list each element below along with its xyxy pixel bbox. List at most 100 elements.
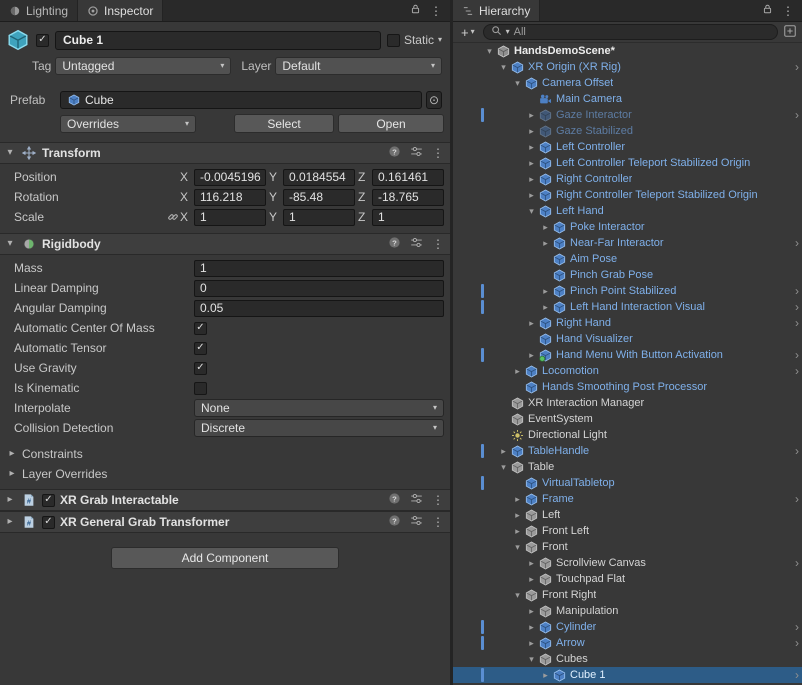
kebab-menu-icon[interactable]: ⋮ bbox=[782, 5, 794, 17]
foldout-closed-icon[interactable]: ▸ bbox=[511, 494, 524, 504]
hierarchy-row-manipulation[interactable]: ▸ Manipulation bbox=[453, 603, 802, 619]
foldout-open-icon[interactable]: ▾ bbox=[511, 590, 524, 600]
foldout-open-icon[interactable]: ▾ bbox=[483, 46, 496, 56]
foldout-open-icon[interactable]: ▾ bbox=[511, 78, 524, 88]
hierarchy-row-locomotion[interactable]: ▸ Locomotion › bbox=[453, 363, 802, 379]
prefab-open-chevron[interactable]: › bbox=[795, 669, 799, 681]
presets-icon[interactable] bbox=[410, 236, 423, 252]
scale-z-field[interactable]: 1 bbox=[372, 208, 444, 226]
foldout-closed-icon[interactable]: ▸ bbox=[525, 190, 538, 200]
hierarchy-row-table[interactable]: ▾ Table bbox=[453, 459, 802, 475]
hierarchy-row-front-left[interactable]: ▸ Front Left bbox=[453, 523, 802, 539]
foldout-closed-icon[interactable]: ▸ bbox=[525, 158, 538, 168]
help-icon[interactable]: ? bbox=[388, 492, 401, 508]
hierarchy-row-frame[interactable]: ▸ Frame › bbox=[453, 491, 802, 507]
hierarchy-row-eventsystem[interactable]: EventSystem bbox=[453, 411, 802, 427]
prefab-open-chevron[interactable]: › bbox=[795, 621, 799, 633]
is-kinematic-checkbox[interactable] bbox=[194, 381, 207, 395]
prefab-object-field[interactable]: Cube bbox=[60, 91, 422, 109]
foldout-open-icon[interactable]: ▾ bbox=[4, 239, 16, 249]
prefab-open-chevron[interactable]: › bbox=[795, 61, 799, 73]
foldout-closed-icon[interactable]: ▸ bbox=[525, 638, 538, 648]
rotation-y-field[interactable]: -85.48 bbox=[283, 188, 355, 206]
foldout-closed-icon[interactable]: ▸ bbox=[525, 318, 538, 328]
hierarchy-row-right-controller[interactable]: ▸ Right Controller bbox=[453, 171, 802, 187]
kebab-menu-icon[interactable]: ⋮ bbox=[432, 516, 444, 528]
static-dropdown-caret[interactable]: ▾ bbox=[438, 36, 442, 44]
use-gravity-checkbox[interactable]: ✓ bbox=[194, 361, 207, 375]
foldout-closed-icon[interactable]: ▸ bbox=[497, 446, 510, 456]
position-z-field[interactable]: 0.161461 bbox=[372, 168, 444, 186]
xr-general-grab-transformer-header[interactable]: ▸ # ✓ XR General Grab Transformer ? ⋮ bbox=[0, 511, 450, 533]
hierarchy-row-poke-interactor[interactable]: ▸ Poke Interactor bbox=[453, 219, 802, 235]
linear-damping-field[interactable]: 0 bbox=[194, 279, 444, 297]
hierarchy-row-right-controller-teleport-stabilized-origin[interactable]: ▸ Right Controller Teleport Stabilized Or… bbox=[453, 187, 802, 203]
help-icon[interactable]: ? bbox=[388, 514, 401, 530]
hierarchy-row-virtualtabletop[interactable]: VirtualTabletop bbox=[453, 475, 802, 491]
hierarchy-row-hand-visualizer[interactable]: Hand Visualizer bbox=[453, 331, 802, 347]
hierarchy-search-field[interactable]: ▾ All bbox=[482, 24, 778, 40]
foldout-closed-icon[interactable]: ▸ bbox=[511, 366, 524, 376]
create-object-button[interactable]: + ▾ bbox=[458, 25, 478, 40]
prefab-open-chevron[interactable]: › bbox=[795, 349, 799, 361]
link-scale-icon[interactable] bbox=[166, 211, 180, 223]
gameobject-name-field[interactable]: Cube 1 bbox=[55, 30, 381, 50]
layer-overrides-foldout[interactable]: ▸ Layer Overrides bbox=[0, 464, 450, 484]
position-x-field[interactable]: -0.0045196 bbox=[194, 168, 266, 186]
hierarchy-row-gaze-interactor[interactable]: ▸ Gaze Interactor › bbox=[453, 107, 802, 123]
foldout-closed-icon[interactable]: ▸ bbox=[4, 495, 16, 505]
automatic-tensor-checkbox[interactable]: ✓ bbox=[194, 341, 207, 355]
hierarchy-row-right-hand[interactable]: ▸ Right Hand › bbox=[453, 315, 802, 331]
prefab-open-chevron[interactable]: › bbox=[795, 285, 799, 297]
prefab-open-chevron[interactable]: › bbox=[795, 557, 799, 569]
help-icon[interactable]: ? bbox=[388, 236, 401, 252]
hierarchy-row-tablehandle[interactable]: ▸ TableHandle › bbox=[453, 443, 802, 459]
hierarchy-row-xr-origin-xr-rig[interactable]: ▾ XR Origin (XR Rig) › bbox=[453, 59, 802, 75]
hierarchy-row-aim-pose[interactable]: Aim Pose bbox=[453, 251, 802, 267]
foldout-open-icon[interactable]: ▾ bbox=[511, 542, 524, 552]
hierarchy-row-front[interactable]: ▾ Front bbox=[453, 539, 802, 555]
hierarchy-row-left[interactable]: ▸ Left bbox=[453, 507, 802, 523]
tab-inspector[interactable]: Inspector bbox=[78, 0, 164, 21]
tab-lighting[interactable]: Lighting bbox=[0, 0, 79, 21]
foldout-closed-icon[interactable]: ▸ bbox=[511, 510, 524, 520]
prefab-open-chevron[interactable]: › bbox=[795, 445, 799, 457]
foldout-closed-icon[interactable]: ▸ bbox=[539, 670, 552, 680]
prefab-open-chevron[interactable]: › bbox=[795, 493, 799, 505]
hierarchy-row-directional-light[interactable]: Directional Light bbox=[453, 427, 802, 443]
prefab-open-chevron[interactable]: › bbox=[795, 301, 799, 313]
hierarchy-row-cubes[interactable]: ▾ Cubes bbox=[453, 651, 802, 667]
lock-icon[interactable] bbox=[410, 3, 421, 18]
prefab-open-chevron[interactable]: › bbox=[795, 365, 799, 377]
foldout-closed-icon[interactable]: ▸ bbox=[525, 110, 538, 120]
rigidbody-component-header[interactable]: ▾ Rigidbody ? ⋮ bbox=[0, 233, 450, 255]
foldout-closed-icon[interactable]: ▸ bbox=[511, 526, 524, 536]
foldout-open-icon[interactable]: ▾ bbox=[497, 462, 510, 472]
foldout-closed-icon[interactable]: ▸ bbox=[525, 622, 538, 632]
angular-damping-field[interactable]: 0.05 bbox=[194, 299, 444, 317]
hierarchy-row-hands-smoothing-post-processor[interactable]: Hands Smoothing Post Processor bbox=[453, 379, 802, 395]
foldout-open-icon[interactable]: ▾ bbox=[525, 654, 538, 664]
automatic-center-of-mass-checkbox[interactable]: ✓ bbox=[194, 321, 207, 335]
scene-picker-icon[interactable] bbox=[783, 24, 797, 41]
open-button[interactable]: Open bbox=[338, 114, 444, 133]
prefab-open-chevron[interactable]: › bbox=[795, 637, 799, 649]
interpolate-dropdown[interactable]: None ▾ bbox=[194, 399, 444, 417]
gameobject-active-checkbox[interactable]: ✓ bbox=[36, 33, 49, 47]
kebab-menu-icon[interactable]: ⋮ bbox=[430, 5, 442, 17]
foldout-closed-icon[interactable]: ▸ bbox=[525, 350, 538, 360]
foldout-closed-icon[interactable]: ▸ bbox=[4, 517, 16, 527]
foldout-open-icon[interactable]: ▾ bbox=[497, 62, 510, 72]
kebab-menu-icon[interactable]: ⋮ bbox=[432, 147, 444, 159]
presets-icon[interactable] bbox=[410, 145, 423, 161]
constraints-foldout[interactable]: ▸ Constraints bbox=[0, 444, 450, 464]
presets-icon[interactable] bbox=[410, 492, 423, 508]
hierarchy-row-cube-1[interactable]: ▸ Cube 1 › bbox=[453, 667, 802, 683]
presets-icon[interactable] bbox=[410, 514, 423, 530]
hierarchy-row-left-controller-teleport-stabilized-origin[interactable]: ▸ Left Controller Teleport Stabilized Ori… bbox=[453, 155, 802, 171]
mass-field[interactable]: 1 bbox=[194, 259, 444, 277]
foldout-open-icon[interactable]: ▾ bbox=[4, 148, 16, 158]
hierarchy-row-cylinder[interactable]: ▸ Cylinder › bbox=[453, 619, 802, 635]
hierarchy-row-left-hand[interactable]: ▾ Left Hand bbox=[453, 203, 802, 219]
foldout-closed-icon[interactable]: ▸ bbox=[525, 126, 538, 136]
